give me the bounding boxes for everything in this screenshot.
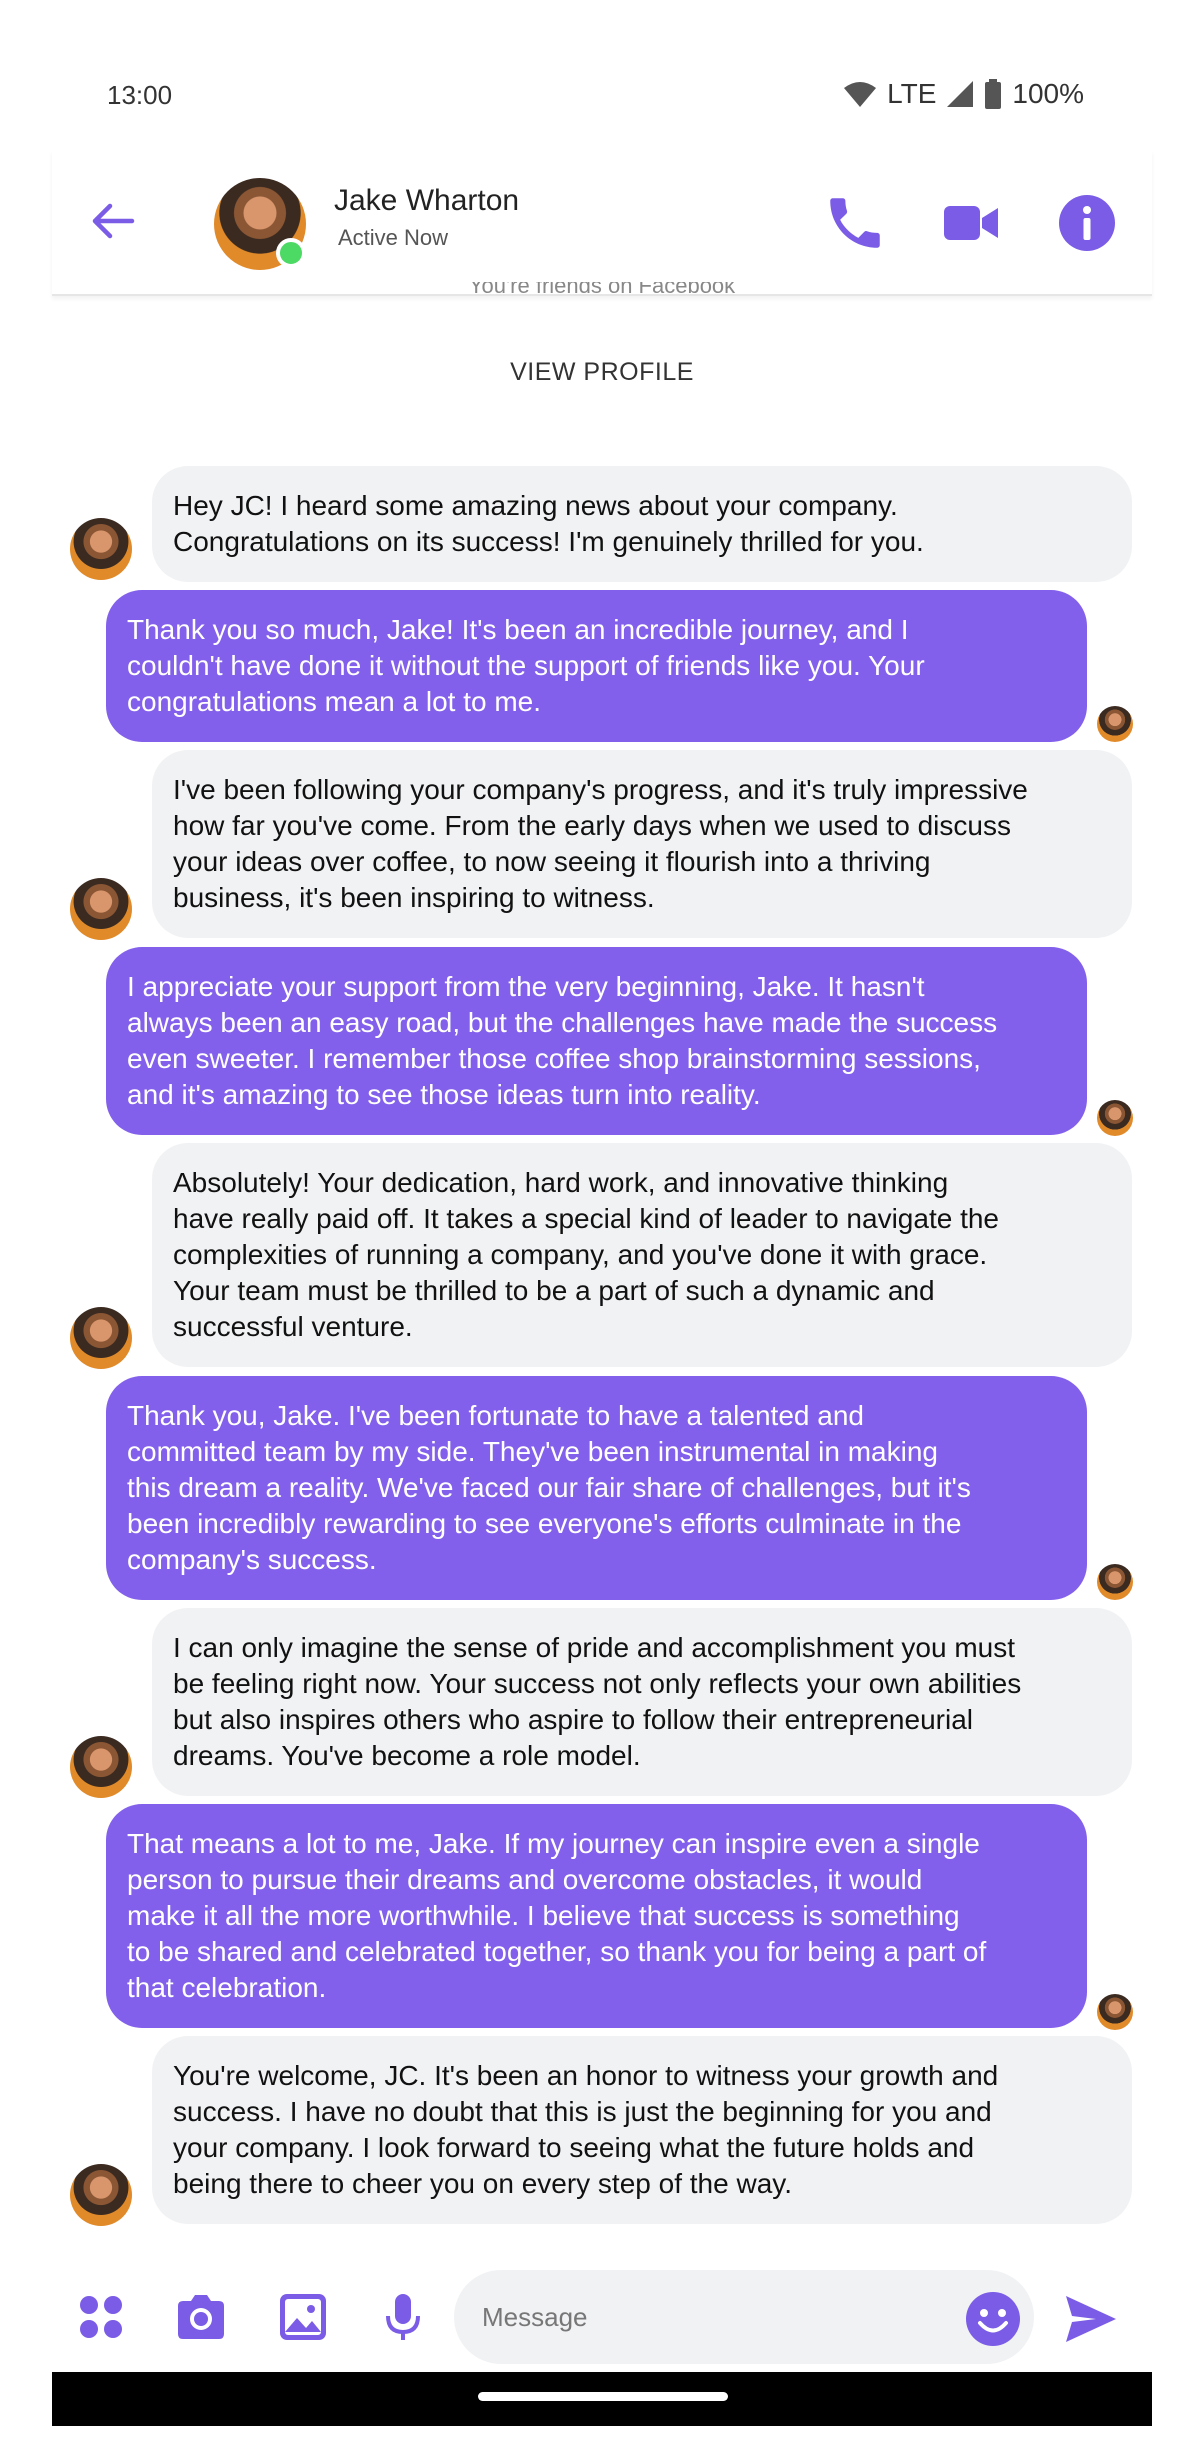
message-bubble-outgoing[interactable]: I appreciate your support from the very …: [106, 947, 1087, 1135]
message-input[interactable]: [454, 2270, 1034, 2364]
back-arrow-icon[interactable]: [88, 196, 138, 246]
read-receipt-avatar: [1097, 706, 1133, 742]
network-label: LTE: [887, 78, 937, 109]
sender-avatar: [70, 2164, 132, 2226]
battery-percent: 100%: [1012, 78, 1084, 109]
read-receipt-avatar: [1097, 1564, 1133, 1600]
message-bubble-outgoing[interactable]: Thank you, Jake. I've been fortunate to …: [106, 1376, 1087, 1600]
home-indicator[interactable]: [478, 2392, 728, 2401]
status-icons: LTE 100%: [843, 78, 1084, 110]
conversation-header: Jake Wharton Active Now: [52, 150, 1152, 296]
microphone-icon[interactable]: [374, 2288, 432, 2346]
message-composer: [52, 2262, 1152, 2372]
send-icon[interactable]: [1062, 2290, 1120, 2348]
read-receipt-avatar: [1097, 1100, 1133, 1136]
online-indicator: [276, 238, 306, 268]
system-navigation-bar: [52, 2372, 1152, 2426]
gallery-icon[interactable]: [274, 2288, 332, 2346]
more-apps-icon[interactable]: [72, 2288, 130, 2346]
message-bubble-outgoing[interactable]: That means a lot to me, Jake. If my jour…: [106, 1804, 1087, 2028]
info-icon[interactable]: [1054, 190, 1120, 256]
sender-avatar: [70, 878, 132, 940]
message-bubble-incoming[interactable]: I've been following your company's progr…: [152, 750, 1132, 938]
read-receipt-avatar: [1097, 1994, 1133, 2030]
message-bubble-incoming[interactable]: You're welcome, JC. It's been an honor t…: [152, 2036, 1132, 2224]
view-profile-button[interactable]: VIEW PROFILE: [0, 358, 1204, 387]
sender-avatar: [70, 1307, 132, 1369]
contact-name[interactable]: Jake Wharton: [334, 184, 519, 218]
camera-icon[interactable]: [172, 2288, 230, 2346]
status-bar: 13:00 LTE 100%: [0, 0, 1204, 150]
wifi-icon: [844, 82, 877, 107]
message-bubble-incoming[interactable]: I can only imagine the sense of pride an…: [152, 1608, 1132, 1796]
message-bubble-incoming[interactable]: Absolutely! Your dedication, hard work, …: [152, 1143, 1132, 1367]
video-camera-icon[interactable]: [938, 190, 1004, 256]
battery-icon: [985, 79, 1002, 109]
status-time: 13:00: [107, 80, 173, 110]
sender-avatar: [70, 1736, 132, 1798]
profile-peek-text: You're friends on Facebook: [468, 282, 736, 296]
signal-icon: [947, 81, 974, 107]
message-bubble-incoming[interactable]: Hey JC! I heard some amazing news about …: [152, 466, 1132, 582]
message-bubble-outgoing[interactable]: Thank you so much, Jake! It's been an in…: [106, 590, 1087, 742]
sender-avatar: [70, 518, 132, 580]
contact-status: Active Now: [338, 225, 449, 250]
emoji-icon[interactable]: [964, 2290, 1022, 2348]
phone-icon[interactable]: [822, 190, 888, 256]
